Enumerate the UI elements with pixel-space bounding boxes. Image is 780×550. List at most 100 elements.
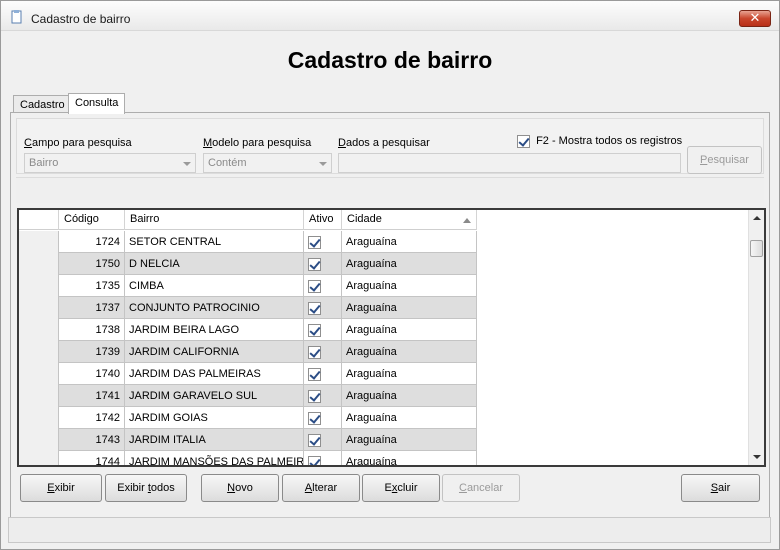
table-row[interactable]: 1739 JARDIM CALIFORNIA Araguaína — [19, 341, 477, 363]
show-all-label: F2 - Mostra todos os registros — [536, 135, 683, 148]
tab-consulta[interactable]: Consulta — [68, 93, 126, 114]
col-ativo-header[interactable]: Ativo — [304, 210, 342, 230]
row-indicator-header — [19, 210, 59, 230]
table-row[interactable]: 1741 JARDIM GARAVELO SUL Araguaína — [19, 385, 477, 407]
sair-button[interactable]: Sair — [681, 474, 760, 502]
cell-cidade: Araguaína — [342, 297, 477, 319]
grid-vertical-scrollbar[interactable] — [748, 210, 764, 465]
cell-cidade: Araguaína — [342, 319, 477, 341]
cell-bairro: JARDIM MANSÕES DAS PALMEIRAS — [125, 451, 304, 465]
exibir-todos-button[interactable]: Exibir todos — [105, 474, 187, 502]
cell-ativo — [304, 385, 342, 407]
separator-strip — [16, 177, 764, 203]
search-button[interactable]: Pesquisar — [687, 146, 762, 174]
ativo-checkbox[interactable] — [308, 302, 321, 315]
table-row[interactable]: 1724 SETOR CENTRAL Araguaína — [19, 231, 477, 253]
app-icon — [11, 10, 22, 24]
col-cidade-header[interactable]: Cidade — [342, 210, 477, 230]
cell-codigo: 1743 — [59, 429, 125, 451]
cell-bairro: SETOR CENTRAL — [125, 231, 304, 253]
ativo-checkbox[interactable] — [308, 390, 321, 403]
cell-bairro: JARDIM CALIFORNIA — [125, 341, 304, 363]
exibir-button[interactable]: Exibir — [20, 474, 102, 502]
cell-cidade: Araguaína — [342, 363, 477, 385]
cell-ativo — [304, 319, 342, 341]
scroll-down-icon[interactable] — [753, 455, 761, 459]
cell-codigo: 1739 — [59, 341, 125, 363]
cell-codigo: 1741 — [59, 385, 125, 407]
ativo-checkbox[interactable] — [308, 346, 321, 359]
cell-bairro: JARDIM DAS PALMEIRAS — [125, 363, 304, 385]
cell-ativo — [304, 407, 342, 429]
cell-codigo: 1750 — [59, 253, 125, 275]
close-icon: ✕ — [749, 10, 761, 25]
ativo-checkbox[interactable] — [308, 324, 321, 337]
cell-codigo: 1744 — [59, 451, 125, 465]
dados-input[interactable] — [338, 153, 681, 173]
campo-select[interactable]: Bairro — [24, 153, 196, 173]
table-row[interactable]: 1737 CONJUNTO PATROCINIO Araguaína — [19, 297, 477, 319]
table-row[interactable]: 1742 JARDIM GOIAS Araguaína — [19, 407, 477, 429]
table-row[interactable]: 1735 CIMBA Araguaína — [19, 275, 477, 297]
cell-cidade: Araguaína — [342, 429, 477, 451]
results-grid[interactable]: Código Bairro Ativo Cidade 1724 SETOR CE… — [17, 208, 766, 467]
cell-codigo: 1724 — [59, 231, 125, 253]
ativo-checkbox[interactable] — [308, 258, 321, 271]
dropdown-arrow-icon — [319, 162, 327, 166]
grid-header: Código Bairro Ativo Cidade — [19, 210, 477, 230]
col-cidade-label: Cidade — [347, 213, 382, 225]
cancelar-button[interactable]: Cancelar — [442, 474, 520, 502]
cell-cidade: Araguaína — [342, 253, 477, 275]
row-indicator — [19, 407, 59, 429]
show-all-checkbox[interactable] — [517, 135, 530, 148]
cell-codigo: 1742 — [59, 407, 125, 429]
table-row[interactable]: 1740 JARDIM DAS PALMEIRAS Araguaína — [19, 363, 477, 385]
modelo-select-value: Contém — [208, 157, 247, 169]
ativo-checkbox[interactable] — [308, 456, 321, 465]
show-all-option[interactable]: F2 - Mostra todos os registros — [517, 135, 682, 148]
row-indicator — [19, 231, 59, 253]
row-indicator — [19, 363, 59, 385]
col-bairro-header[interactable]: Bairro — [125, 210, 304, 230]
cell-cidade: Araguaína — [342, 407, 477, 429]
campo-select-value: Bairro — [29, 157, 59, 169]
col-codigo-header[interactable]: Código — [59, 210, 125, 230]
app-window: Cadastro de bairro ✕ Cadastro de bairro … — [0, 0, 780, 550]
modelo-label: Modelo para pesquisa — [203, 137, 312, 149]
table-row[interactable]: 1743 JARDIM ITALIA Araguaína — [19, 429, 477, 451]
table-row[interactable]: 1744 JARDIM MANSÕES DAS PALMEIRAS Aragua… — [19, 451, 477, 465]
cell-cidade: Araguaína — [342, 231, 477, 253]
cell-bairro: CIMBA — [125, 275, 304, 297]
dados-label: Dados a pesquisar — [338, 137, 430, 149]
scroll-up-icon[interactable] — [753, 216, 761, 220]
modelo-select[interactable]: Contém — [203, 153, 332, 173]
table-row[interactable]: 1738 JARDIM BEIRA LAGO Araguaína — [19, 319, 477, 341]
title-bar: Cadastro de bairro ✕ — [1, 1, 779, 31]
cell-codigo: 1738 — [59, 319, 125, 341]
window-title: Cadastro de bairro — [31, 12, 131, 26]
ativo-checkbox[interactable] — [308, 412, 321, 425]
scroll-thumb[interactable] — [750, 240, 763, 257]
row-indicator — [19, 319, 59, 341]
close-button[interactable]: ✕ — [739, 10, 771, 27]
page-title: Cadastro de bairro — [287, 47, 493, 73]
ativo-checkbox[interactable] — [308, 236, 321, 249]
cell-cidade: Araguaína — [342, 275, 477, 297]
excluir-button[interactable]: Excluir — [362, 474, 440, 502]
ativo-checkbox[interactable] — [308, 434, 321, 447]
cell-bairro: CONJUNTO PATROCINIO — [125, 297, 304, 319]
cell-ativo — [304, 231, 342, 253]
cell-codigo: 1740 — [59, 363, 125, 385]
row-indicator — [19, 385, 59, 407]
cell-ativo — [304, 253, 342, 275]
cell-ativo — [304, 297, 342, 319]
cell-bairro: JARDIM GARAVELO SUL — [125, 385, 304, 407]
table-row[interactable]: 1750 D NELCIA Araguaína — [19, 253, 477, 275]
cell-ativo — [304, 275, 342, 297]
campo-label: Campo para pesquisa — [24, 137, 132, 149]
dropdown-arrow-icon — [183, 162, 191, 166]
novo-button[interactable]: Novo — [201, 474, 279, 502]
alterar-button[interactable]: Alterar — [282, 474, 360, 502]
ativo-checkbox[interactable] — [308, 368, 321, 381]
ativo-checkbox[interactable] — [308, 280, 321, 293]
